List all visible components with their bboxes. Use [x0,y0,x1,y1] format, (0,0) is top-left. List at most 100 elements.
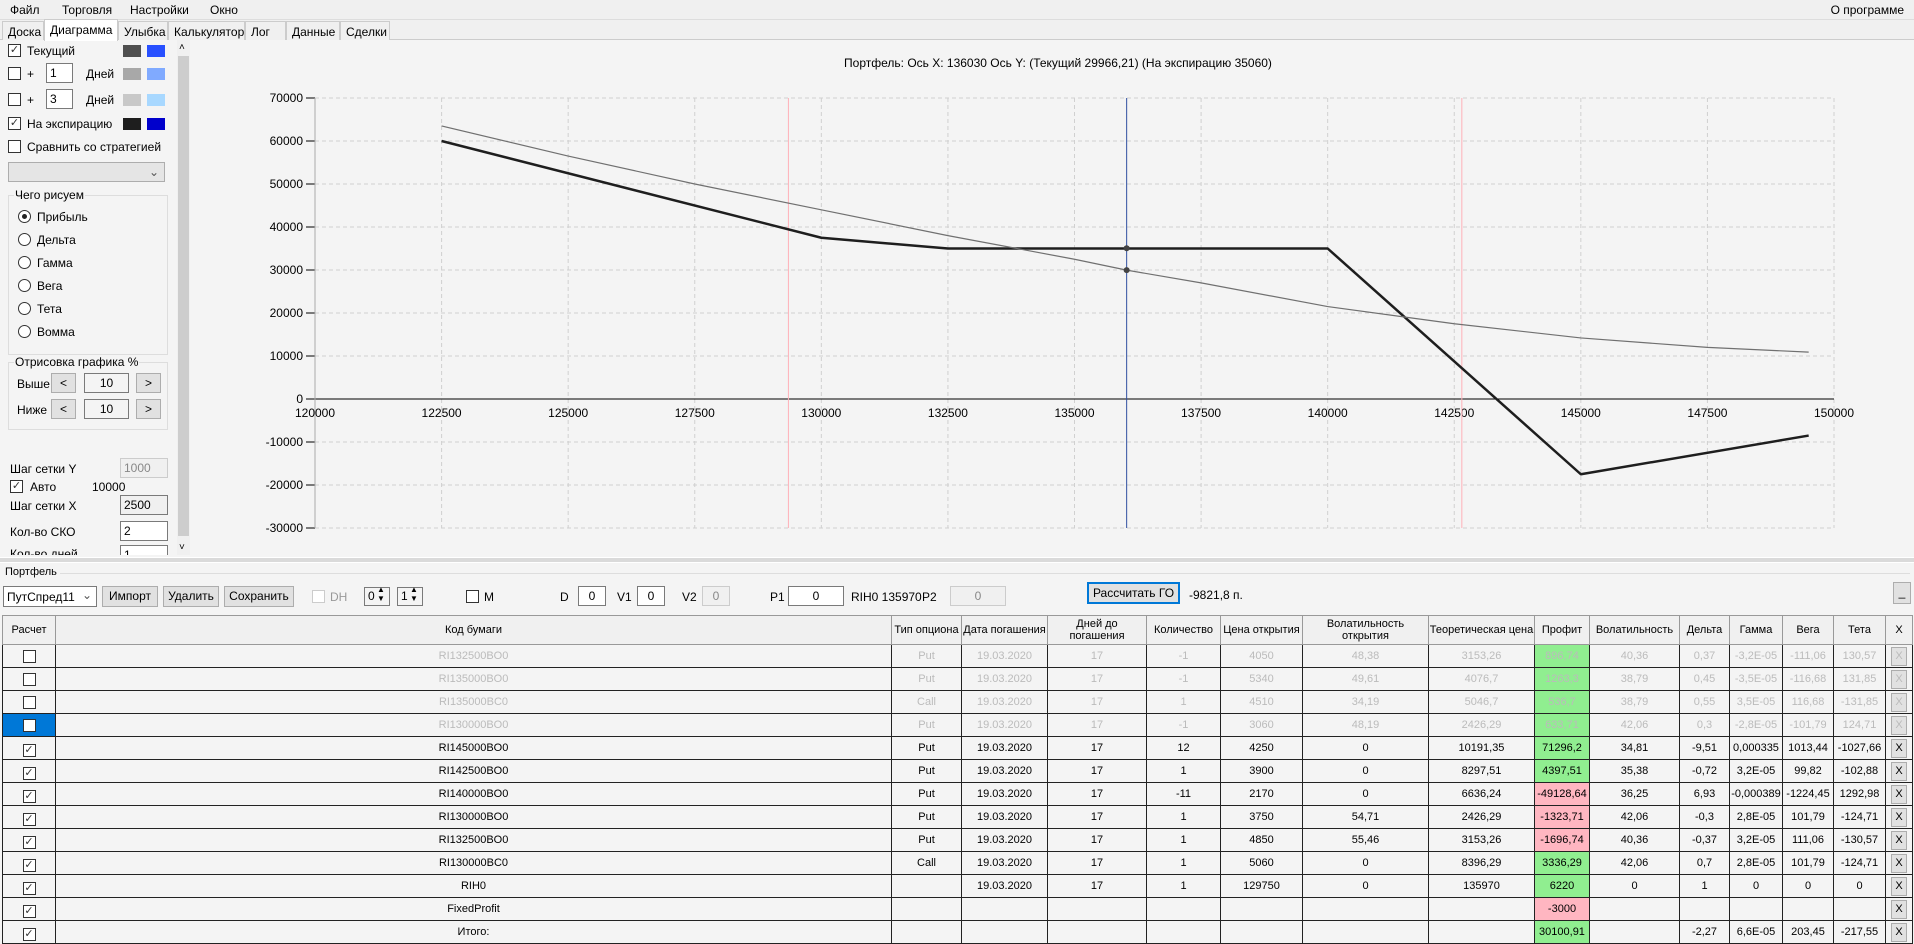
delete-row-button[interactable]: X [1891,876,1907,896]
plus3-checkbox[interactable] [8,93,21,106]
delete-row-button[interactable]: X [1891,853,1907,873]
delete-row-button[interactable]: X [1891,646,1907,666]
radio-vega[interactable] [18,279,31,292]
spinner-arrows-icon[interactable]: ▲ ▼ [410,585,418,603]
current-color-swatch-2[interactable] [147,45,165,57]
below-decrease-button[interactable]: < [51,399,76,419]
calc-cell[interactable]: ✓ [2,736,56,760]
dh-checkbox[interactable] [312,590,325,603]
delete-row-button[interactable]: X [1891,669,1907,689]
exp-color-swatch-2[interactable] [147,118,165,130]
above-input[interactable]: 10 [84,373,129,393]
delete-row-button[interactable]: X [1891,692,1907,712]
sko-input[interactable]: 2 [120,521,168,541]
exp-color-swatch[interactable] [123,118,141,130]
ndays-input[interactable]: 1 [120,545,168,555]
column-header[interactable]: Код бумаги [55,615,892,645]
calc-checkbox[interactable]: ✓ [22,835,36,849]
calc-cell[interactable]: ✓ [2,782,56,806]
delete-row-button[interactable]: X [1891,761,1907,781]
auto-checkbox[interactable]: ✓ [10,480,23,493]
menu-about[interactable]: О программе [1831,3,1904,17]
v1-input[interactable]: 0 [637,586,665,606]
column-header[interactable]: Количество [1146,615,1221,645]
radio-theta[interactable] [18,302,31,315]
d1-color-swatch[interactable] [123,68,141,80]
table-row[interactable]: RI132500BO0 Put 19.03.2020 17 -1 4050 48,38 315… [2,644,1913,668]
delete-row-button[interactable]: X [1891,830,1907,850]
v2-input[interactable]: 0 [702,586,730,606]
calc-checkbox[interactable] [22,696,36,709]
p1-input[interactable]: 0 [788,586,844,606]
tab-calculator[interactable]: Калькулятор [168,21,245,40]
calc-cell[interactable]: ✓ [2,805,56,829]
calculate-go-button[interactable]: Рассчитать ГО [1087,582,1180,604]
calc-checkbox[interactable]: ✓ [22,812,36,826]
d3-color-swatch[interactable] [123,94,141,106]
table-row[interactable]: ✓ RI132500BO0 Put 19.03.2020 17 1 4850 55,46 315… [2,828,1913,852]
payoff-chart[interactable]: Портфель: Ось X: 136030 Ось Y: (Текущий … [190,40,1914,555]
table-row[interactable]: ✓ Итого: 30100,91 -2,27 6,6E-05 203,45 -217,55… [2,920,1913,944]
d-input[interactable]: 0 [578,586,606,606]
calc-cell[interactable] [2,644,56,668]
menu-trade[interactable]: Торговля [62,3,112,17]
table-row[interactable]: ✓ RI145000BO0 Put 19.03.2020 17 12 4250 0 10191,… [2,736,1913,760]
import-button[interactable]: Импорт [102,586,158,607]
column-header[interactable]: Профит [1534,615,1590,645]
calc-cell[interactable] [2,690,56,714]
tab-smile[interactable]: Улыбка [118,21,168,40]
grid-x-input[interactable]: 2500 [120,495,168,515]
menu-window[interactable]: Окно [210,3,238,17]
splitter[interactable] [0,557,1914,563]
radio-gamma[interactable] [18,256,31,269]
calc-checkbox[interactable]: ✓ [22,789,36,803]
grid-y-input[interactable]: 1000 [120,458,168,478]
delete-row-button[interactable]: X [1891,807,1907,827]
calc-cell[interactable]: ✓ [2,874,56,898]
above-decrease-button[interactable]: < [51,373,76,393]
table-row[interactable]: ✓ RI142500BO0 Put 19.03.2020 17 1 3900 0 8297,51… [2,759,1913,783]
days1-input[interactable]: 1 [46,63,73,83]
tab-deals[interactable]: Сделки [340,21,390,40]
tab-board[interactable]: Доска [2,21,44,40]
d1-color-swatch-2[interactable] [147,68,165,80]
calc-cell[interactable]: ✓ [2,897,56,921]
calc-cell[interactable]: ✓ [2,920,56,944]
below-input[interactable]: 10 [84,399,129,419]
d3-color-swatch-2[interactable] [147,94,165,106]
table-row[interactable]: ✓ FixedProfit -3000 X [2,897,1913,921]
column-header[interactable]: Дельта [1679,615,1730,645]
delete-row-button[interactable]: X [1891,922,1907,942]
strategy-dropdown[interactable]: ⌄ [8,162,165,182]
radio-vomma[interactable] [18,325,31,338]
calc-cell[interactable]: ✓ [2,828,56,852]
below-increase-button[interactable]: > [136,399,161,419]
calc-checkbox[interactable]: ✓ [22,766,36,780]
table-row[interactable]: ✓ RI130000BO0 Put 19.03.2020 17 1 3750 54,71 242… [2,805,1913,829]
expiration-checkbox[interactable]: ✓ [8,117,21,130]
portfolio-select[interactable]: ПутСпред11 ⌄ [3,586,97,607]
calc-checkbox[interactable] [22,673,36,686]
column-header[interactable]: X [1885,615,1913,645]
column-header[interactable]: Волатильность открытия [1302,615,1429,645]
current-color-swatch[interactable] [123,45,141,57]
column-header[interactable]: Тип опциона [891,615,962,645]
column-header[interactable]: Гамма [1729,615,1783,645]
column-header[interactable]: Дней до погашения [1047,615,1147,645]
calc-checkbox[interactable] [22,650,36,663]
radio-profit[interactable] [18,210,31,223]
column-header[interactable]: Теоретическая цена [1428,615,1535,645]
calc-checkbox[interactable]: ✓ [22,927,36,941]
scroll-down-icon[interactable]: ˅ [179,542,185,553]
delete-row-button[interactable]: X [1891,738,1907,758]
column-header[interactable]: Расчет [2,615,56,645]
tab-data[interactable]: Данные [286,21,340,40]
radio-delta[interactable] [18,233,31,246]
delete-row-button[interactable]: X [1891,899,1907,919]
calc-checkbox[interactable]: ✓ [22,904,36,918]
above-increase-button[interactable]: > [136,373,161,393]
tab-diagram[interactable]: Диаграмма [44,19,118,41]
spinner-arrows-icon[interactable]: ▲ ▼ [377,585,385,603]
table-row[interactable]: ✓ RIH0 19.03.2020 17 1 129750 0 135970 6220 0 1 0 0 0… [2,874,1913,898]
p2-input[interactable]: 0 [950,586,1006,606]
